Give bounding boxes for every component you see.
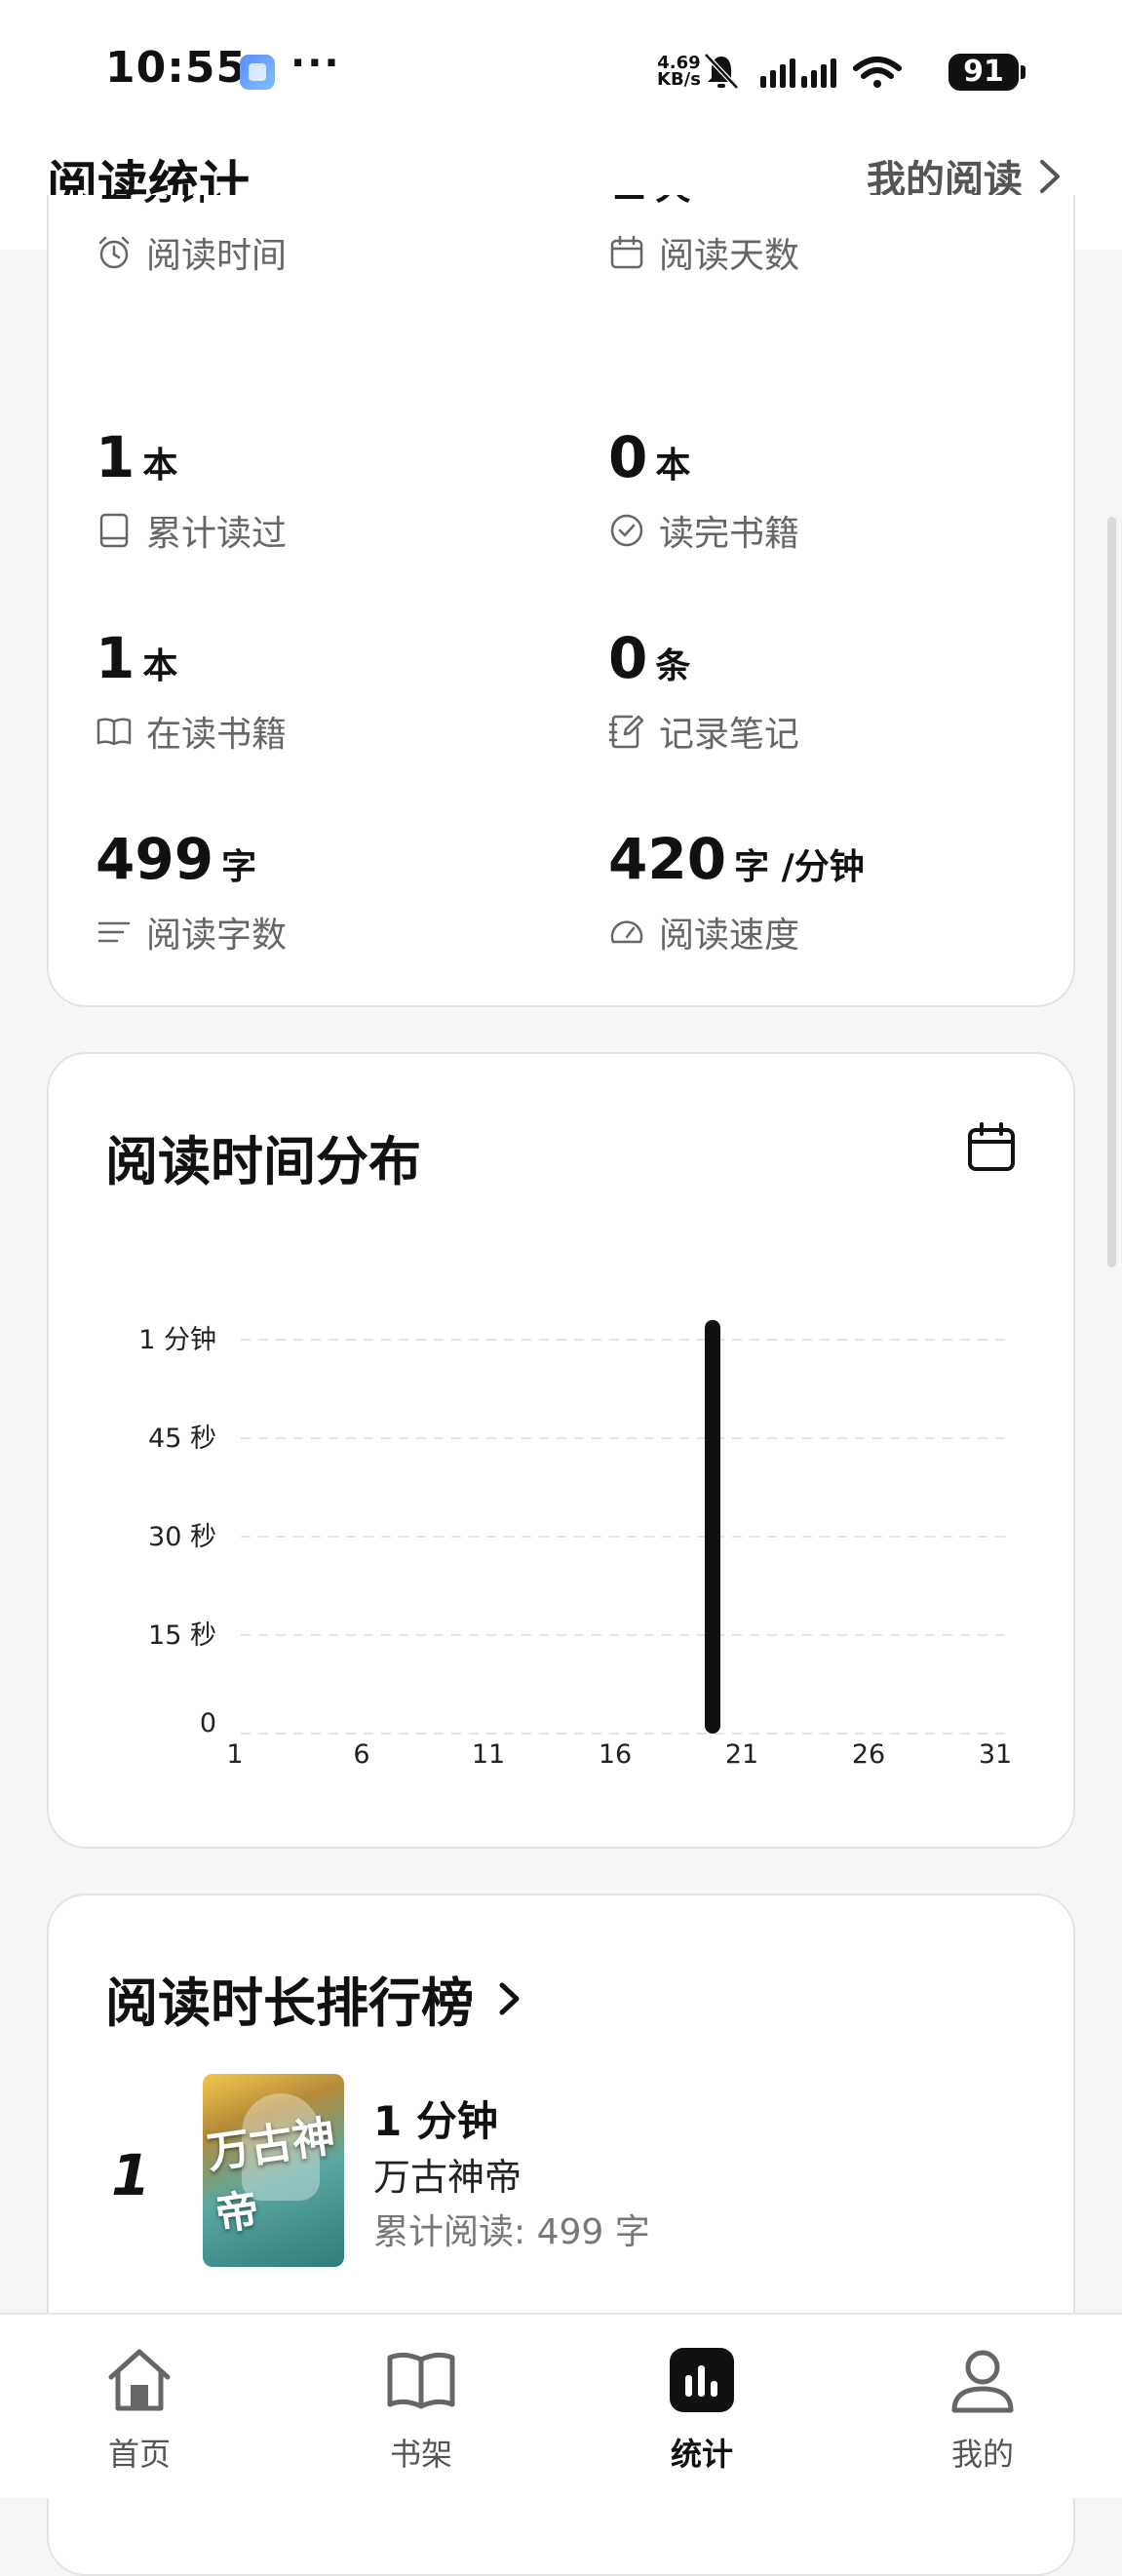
x-tick-label: 16	[599, 1739, 632, 1770]
wifi-icon	[853, 57, 902, 88]
bookshelf-icon	[387, 2352, 455, 2409]
nav-label: 我的	[950, 2436, 1014, 2473]
x-tick-label: 11	[472, 1739, 505, 1770]
x-tick-label: 1	[226, 1739, 243, 1770]
stat-label: 记录笔记	[659, 715, 800, 755]
open-book-icon	[97, 718, 132, 746]
stat-label: 读完书籍	[659, 514, 800, 554]
nav-item-home[interactable]: 首页	[61, 2344, 217, 2475]
stat-value: 499	[96, 826, 214, 892]
stat-unit: 字	[221, 847, 257, 887]
y-tick-label: 15 秒	[148, 1620, 216, 1651]
stat-unit: 分钟	[142, 195, 213, 208]
ranking-title-link[interactable]: 阅读时长排行榜	[105, 1960, 524, 2037]
status-time: 10:55	[105, 43, 248, 93]
app-notification-icon	[240, 55, 275, 90]
stat-value: 420	[608, 826, 727, 892]
stat-reading-speed: 420 字 /分钟 阅读速度	[608, 828, 865, 957]
y-tick-label: 0	[200, 1708, 216, 1738]
stat-value: 1	[608, 195, 647, 213]
stat-value: 0	[608, 424, 648, 490]
profile-icon	[951, 2350, 1014, 2413]
stat-unit: 本	[142, 446, 178, 486]
stat-label: 在读书籍	[146, 715, 288, 755]
nav-label: 书架	[389, 2436, 452, 2473]
edit-note-icon	[608, 715, 644, 749]
home-icon	[108, 2349, 171, 2411]
stat-value: 1	[96, 424, 135, 490]
stat-notes: 0条 记录笔记	[608, 627, 799, 757]
network-speed: 4.69 KB/s	[657, 55, 701, 90]
stat-label: 阅读速度	[659, 916, 800, 956]
stats-icon	[670, 2348, 734, 2412]
rank-number: 1	[111, 2142, 151, 2208]
bottom-nav: 首页 书架 统计 我的	[0, 2313, 1122, 2498]
x-tick-label: 6	[353, 1739, 369, 1770]
stat-unit: 本	[142, 646, 178, 686]
stat-reading-time: 1 分钟 阅读时间	[96, 195, 287, 278]
stat-books-reading: 1本 在读书籍	[96, 627, 287, 757]
ranking-title: 阅读时长排行榜	[105, 1972, 474, 2034]
stat-unit: 天	[655, 195, 690, 208]
rank-words-read: 累计阅读: 499 字	[373, 2212, 650, 2252]
y-tick-label: 30 秒	[148, 1522, 216, 1552]
stat-unit: 字 /分钟	[734, 847, 865, 887]
scrollbar[interactable]	[1107, 517, 1116, 1268]
check-circle-icon	[610, 514, 643, 547]
nav-label: 首页	[107, 2436, 171, 2473]
stat-label: 阅读天数	[659, 236, 800, 276]
chevron-right-icon	[499, 1982, 520, 2014]
x-tick-label: 21	[725, 1739, 758, 1770]
stat-value: 1	[96, 625, 135, 691]
stat-books-read: 1本 累计读过	[96, 426, 287, 556]
x-tick-label: 26	[852, 1739, 885, 1770]
nav-item-stats[interactable]: 统计	[624, 2344, 780, 2475]
calendar-icon	[610, 235, 643, 269]
stat-reading-days: 1天 阅读天数	[608, 195, 799, 278]
stat-label: 累计读过	[146, 514, 288, 554]
rank-reading-time: 1 分钟	[373, 2097, 498, 2145]
more-notifications-icon: ···	[290, 41, 341, 86]
alarm-clock-icon	[98, 236, 130, 269]
chart-bar	[705, 1319, 720, 1734]
x-tick-label: 31	[979, 1739, 1012, 1770]
network-speed-unit: KB/s	[657, 69, 701, 90]
speedometer-icon	[610, 920, 643, 944]
stat-value: 0	[608, 625, 648, 691]
stat-value: 1	[96, 195, 135, 213]
y-tick-label: 45 秒	[148, 1424, 216, 1454]
nav-label: 统计	[670, 2436, 733, 2473]
distribution-card: 阅读时间分布 0 15 秒 30 秒 45 秒1 分钟 1 6 11 16 21 26 31	[47, 1052, 1075, 1849]
status-icons	[704, 53, 902, 90]
book-icon	[99, 513, 129, 548]
book-cover: 万古神帝	[203, 2074, 344, 2267]
rank-book-title: 万古神帝	[373, 2156, 522, 2199]
signal-icon	[760, 59, 836, 88]
chevron-right-icon	[1040, 160, 1060, 193]
stats-card: 1分钟 阅读时间 1天 阅读天数 1本 累计读过 0本 读完书籍 1本 在读书籍	[47, 195, 1075, 1007]
mute-bell-icon	[704, 53, 739, 90]
status-bar: 10:55 ··· 4.69 KB/s 91	[0, 0, 1122, 146]
nav-item-bookshelf[interactable]: 书架	[343, 2344, 499, 2475]
stat-unit: 条	[655, 646, 691, 686]
stat-label: 阅读字数	[146, 916, 288, 956]
stat-words-read: 499 字 阅读字数	[96, 828, 287, 957]
stat-label: 阅读时间	[146, 236, 288, 276]
text-lines-icon	[97, 921, 131, 943]
cover-title: 万古神帝	[204, 2111, 339, 2241]
reading-time-chart: 015 秒30 秒45 秒1 分钟1 6 11 16 21 26 31	[138, 1319, 1012, 1770]
stat-books-finished: 0本 读完书籍	[608, 426, 799, 556]
y-tick-label: 1 分钟	[138, 1325, 216, 1355]
stat-unit: 本	[655, 446, 691, 486]
nav-item-profile[interactable]: 我的	[905, 2344, 1061, 2475]
battery-icon: 91	[948, 54, 1025, 91]
